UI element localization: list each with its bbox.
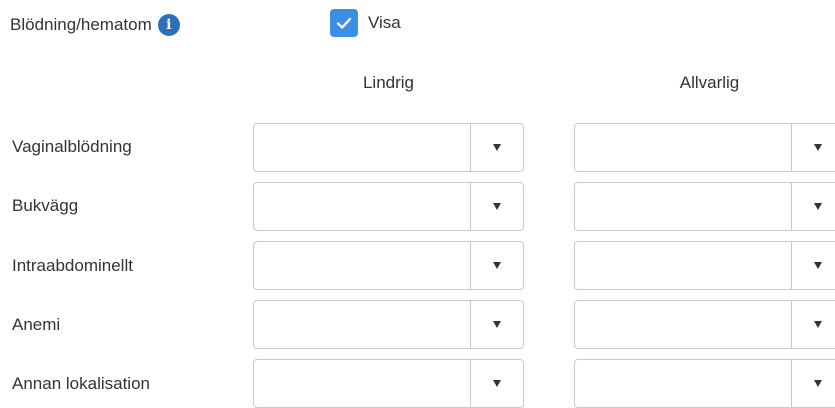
caret-down-icon: [493, 321, 501, 328]
dropdown-toggle[interactable]: [791, 242, 835, 289]
row-label-anemi: Anemi: [12, 315, 61, 334]
dropdown-toggle[interactable]: [791, 124, 835, 171]
info-icon[interactable]: i: [157, 14, 180, 36]
visa-label: Visa: [368, 13, 401, 32]
column-header-allvarlig: Allvarlig: [679, 73, 740, 92]
row-label-vaginalblodning: Vaginalblödning: [12, 137, 132, 156]
dropdown-toggle[interactable]: [791, 301, 835, 348]
row-label-annan-lokalisation: Annan lokalisation: [12, 374, 150, 393]
select-intraabdominellt-allvarlig[interactable]: [574, 241, 835, 290]
visa-checkbox-group[interactable]: Visa: [330, 9, 401, 37]
select-intraabdominellt-lindrig[interactable]: [253, 241, 524, 290]
select-annan-lokalisation-allvarlig[interactable]: [574, 359, 835, 408]
caret-down-icon: [814, 262, 822, 269]
select-vaginalblodning-allvarlig[interactable]: [574, 123, 835, 172]
caret-down-icon: [814, 380, 822, 387]
dropdown-toggle[interactable]: [791, 360, 835, 407]
section-label: Blödning/hematom: [10, 15, 152, 34]
caret-down-icon: [814, 144, 822, 151]
dropdown-toggle[interactable]: [470, 183, 523, 230]
dropdown-toggle[interactable]: [470, 360, 523, 407]
caret-down-icon: [814, 203, 822, 210]
select-bukvagg-allvarlig[interactable]: [574, 182, 835, 231]
select-bukvagg-lindrig[interactable]: [253, 182, 524, 231]
caret-down-icon: [493, 203, 501, 210]
dropdown-toggle[interactable]: [470, 124, 523, 171]
select-anemi-lindrig[interactable]: [253, 300, 524, 349]
select-vaginalblodning-lindrig[interactable]: [253, 123, 524, 172]
dropdown-toggle[interactable]: [470, 301, 523, 348]
column-header-lindrig: Lindrig: [362, 73, 415, 92]
select-annan-lokalisation-lindrig[interactable]: [253, 359, 524, 408]
visa-checkbox[interactable]: [330, 9, 358, 37]
row-label-intraabdominellt: Intraabdominellt: [12, 256, 133, 275]
section-heading: Blödning/hematom i: [10, 14, 180, 36]
dropdown-toggle[interactable]: [470, 242, 523, 289]
caret-down-icon: [493, 262, 501, 269]
blodning-hematom-panel: Blödning/hematom i Visa Lindrig Allvarli…: [0, 0, 835, 408]
caret-down-icon: [814, 321, 822, 328]
select-anemi-allvarlig[interactable]: [574, 300, 835, 349]
row-label-bukvagg: Bukvägg: [12, 196, 79, 215]
caret-down-icon: [493, 380, 501, 387]
checkmark-icon: [336, 17, 352, 29]
caret-down-icon: [493, 144, 501, 151]
dropdown-toggle[interactable]: [791, 183, 835, 230]
